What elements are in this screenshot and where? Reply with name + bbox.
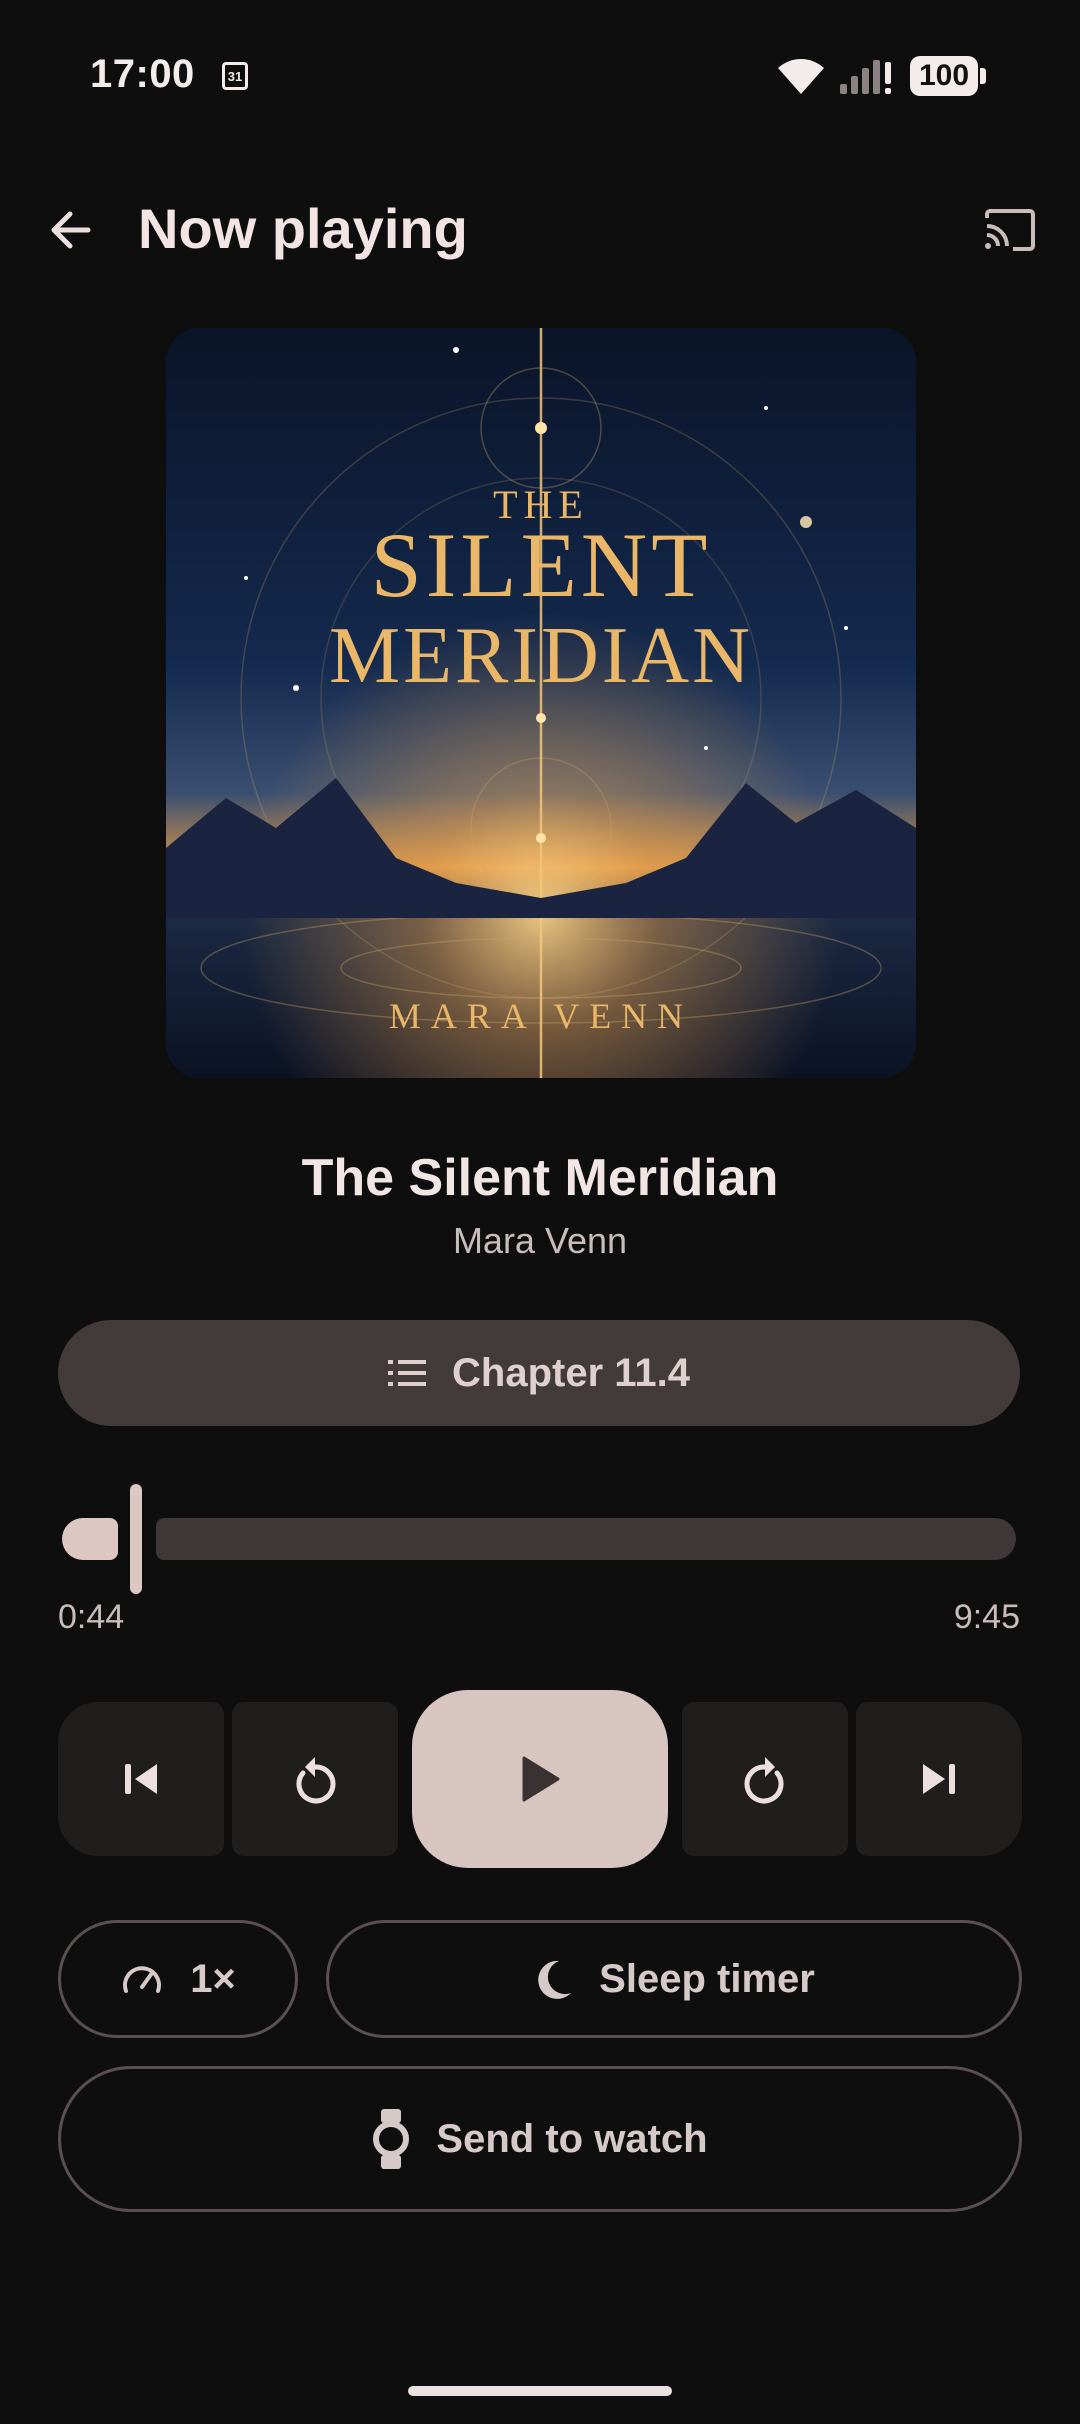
cast-button[interactable]: [978, 200, 1042, 260]
sleep-timer-button[interactable]: Sleep timer: [326, 1920, 1022, 2038]
speed-icon: [123, 1966, 162, 1993]
list-icon: [388, 1360, 427, 1386]
seek-bar-remaining[interactable]: [156, 1518, 1016, 1560]
skip-next-button[interactable]: [856, 1702, 1022, 1856]
status-time: 17:00: [90, 52, 195, 96]
replay-icon: [296, 1757, 336, 1804]
seek-thumb[interactable]: [130, 1484, 142, 1594]
forward-icon: [744, 1757, 784, 1804]
speed-label: 1×: [190, 1956, 236, 2001]
skip-previous-icon: [125, 1764, 157, 1794]
cover-author: MARA VENN: [389, 996, 693, 1036]
arrow-left-icon: [51, 211, 91, 249]
seek-bar-played[interactable]: [62, 1518, 118, 1560]
calendar-icon: 31: [222, 62, 248, 90]
page-title: Now playing: [138, 197, 468, 260]
book-title: The Silent Meridian: [301, 1149, 779, 1207]
chapter-label: Chapter 11.4: [452, 1350, 690, 1395]
play-icon: [522, 1756, 560, 1802]
cover-art: THE SILENT MERIDIAN MARA VENN: [166, 328, 916, 1078]
chapter-button[interactable]: Chapter 11.4: [58, 1320, 1020, 1426]
cover-title-line3: MERIDIAN: [329, 612, 753, 700]
back-button[interactable]: [40, 200, 100, 260]
play-button[interactable]: [412, 1690, 668, 1868]
signal-icon: [840, 60, 891, 94]
forward-button[interactable]: [682, 1702, 848, 1856]
playback-speed-button[interactable]: 1×: [58, 1920, 298, 2038]
book-author: Mara Venn: [452, 1220, 628, 1261]
rewind-button[interactable]: [232, 1702, 398, 1856]
send-to-watch-button[interactable]: Send to watch: [58, 2066, 1022, 2212]
current-time: 0:44: [58, 1598, 125, 1636]
skip-previous-button[interactable]: [58, 1702, 224, 1856]
battery-indicator: 100: [910, 56, 986, 96]
cover-title-line2: SILENT: [371, 514, 712, 616]
watch-icon: [373, 2109, 410, 2169]
wifi-icon: [778, 59, 824, 94]
total-time: 9:45: [953, 1598, 1020, 1636]
cast-icon: [985, 209, 1035, 251]
home-indicator[interactable]: [408, 2386, 672, 2396]
sleep-timer-label: Sleep timer: [599, 1956, 815, 2001]
skip-next-icon: [923, 1764, 955, 1794]
moon-icon: [538, 1960, 572, 1999]
send-to-watch-label: Send to watch: [436, 2116, 708, 2161]
